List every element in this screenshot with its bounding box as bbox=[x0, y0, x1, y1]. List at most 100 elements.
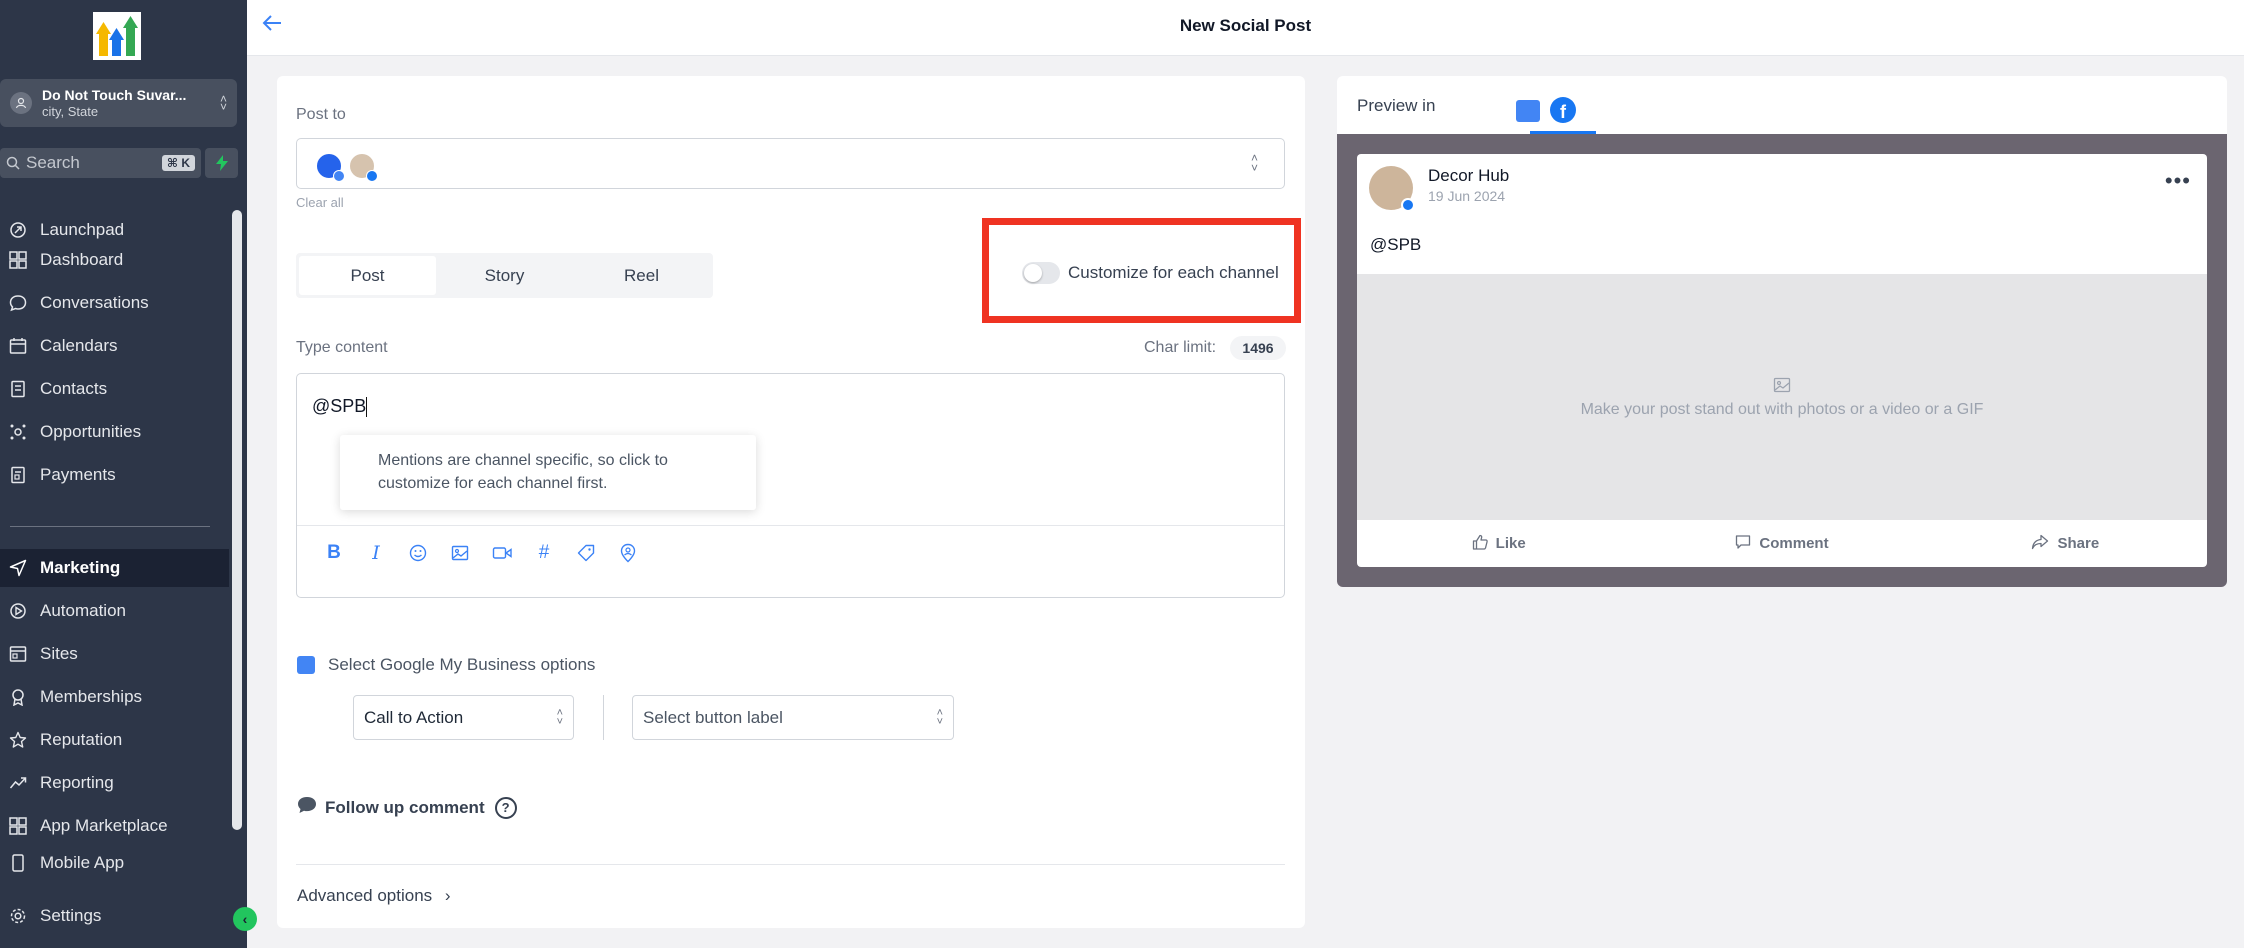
chevron-updown-icon: ˄ ˅ bbox=[936, 706, 943, 728]
tab-reel[interactable]: Reel bbox=[573, 256, 710, 295]
facebook-badge-icon bbox=[1401, 198, 1415, 212]
page-name: Decor Hub bbox=[1428, 166, 1510, 185]
sites-icon bbox=[8, 644, 28, 664]
sidebar-item-payments[interactable]: Payments bbox=[0, 456, 228, 494]
tag-icon[interactable] bbox=[575, 542, 597, 564]
sidebar-item-dashboard[interactable]: Dashboard bbox=[0, 241, 228, 279]
star-icon bbox=[8, 730, 28, 750]
advanced-options-toggle[interactable]: Advanced options › bbox=[297, 886, 451, 906]
gear-icon bbox=[8, 906, 28, 926]
account-name: Do Not Touch Suvar... bbox=[42, 86, 187, 103]
gmb-store-icon bbox=[297, 656, 315, 674]
video-icon[interactable] bbox=[491, 542, 513, 564]
payments-icon bbox=[8, 465, 28, 485]
gmb-options-header: Select Google My Business options bbox=[297, 655, 595, 675]
sidebar-item-label: Automation bbox=[40, 601, 126, 620]
toggle-knob bbox=[1024, 264, 1042, 282]
calendar-icon bbox=[8, 336, 28, 356]
mobile-icon bbox=[8, 853, 28, 873]
media-placeholder-text: Make your post stand out with photos or … bbox=[1580, 400, 1984, 418]
select-divider bbox=[603, 695, 604, 740]
facebook-post-preview: Decor Hub 19 Jun 2024 ••• @SPB Make your… bbox=[1357, 154, 2207, 567]
section-divider bbox=[296, 864, 1285, 865]
char-limit-badge: 1496 bbox=[1230, 336, 1286, 360]
sidebar-item-automation[interactable]: Automation bbox=[0, 592, 228, 630]
search-icon bbox=[6, 156, 20, 170]
help-icon[interactable]: ? bbox=[494, 796, 517, 819]
app-logo[interactable] bbox=[93, 12, 141, 60]
preview-label: Preview in bbox=[1357, 96, 1436, 115]
sidebar-item-label: Reporting bbox=[40, 773, 114, 792]
post-to-select[interactable]: ˄ ˅ bbox=[296, 138, 1285, 189]
image-placeholder-icon bbox=[1773, 376, 1791, 399]
tab-story[interactable]: Story bbox=[436, 256, 573, 295]
lightning-icon bbox=[215, 155, 228, 171]
sidebar-item-label: Memberships bbox=[40, 687, 143, 706]
preview-tab-facebook[interactable]: f bbox=[1530, 88, 1596, 134]
post-text: @SPB bbox=[1370, 235, 1422, 254]
sidebar-item-label: Calendars bbox=[40, 336, 118, 355]
sidebar-item-label: Launchpad bbox=[40, 220, 125, 239]
sidebar-item-marketing[interactable]: Marketing bbox=[0, 549, 229, 587]
sidebar-scrollbar[interactable] bbox=[232, 210, 242, 830]
tab-post[interactable]: Post bbox=[299, 256, 436, 295]
gmb-options-label: Select Google My Business options bbox=[328, 655, 596, 674]
sidebar-item-label: Contacts bbox=[40, 379, 108, 398]
button-label-placeholder: Select button label bbox=[643, 707, 783, 727]
clear-all-link[interactable]: Clear all bbox=[296, 195, 344, 210]
rocket-icon bbox=[8, 220, 28, 240]
search-shortcut: ⌘ K bbox=[161, 155, 195, 171]
location-user-icon[interactable] bbox=[617, 542, 639, 564]
dashboard-icon bbox=[8, 250, 28, 270]
account-switcher[interactable]: Do Not Touch Suvar... city, State ˄ ˅ bbox=[0, 79, 237, 127]
media-placeholder: Make your post stand out with photos or … bbox=[1357, 274, 2207, 520]
sidebar-item-opportunities[interactable]: Opportunities bbox=[0, 413, 228, 451]
sidebar-item-calendars[interactable]: Calendars bbox=[0, 327, 228, 365]
sidebar-item-label: Payments bbox=[40, 465, 116, 484]
sidebar-item-label: Mobile App bbox=[40, 853, 125, 872]
collapse-sidebar-button[interactable]: ‹ bbox=[233, 907, 257, 931]
comment-label: Comment bbox=[1759, 535, 1829, 552]
thumbs-up-icon bbox=[1472, 534, 1488, 554]
sidebar-item-label: Reputation bbox=[40, 730, 123, 749]
more-options-icon[interactable]: ••• bbox=[2165, 168, 2191, 194]
post-to-label: Post to bbox=[296, 106, 346, 123]
quick-action-button[interactable] bbox=[205, 148, 238, 178]
share-action: Share bbox=[1924, 520, 2207, 567]
reporting-icon bbox=[8, 773, 28, 793]
preview-panel: Preview in f Decor Hub 19 Jun 2024 ••• @… bbox=[1337, 76, 2227, 587]
sidebar: Do Not Touch Suvar... city, State ˄ ˅ Sea… bbox=[0, 0, 247, 948]
emoji-icon[interactable] bbox=[407, 542, 429, 564]
bold-icon[interactable]: B bbox=[323, 542, 345, 564]
sidebar-item-label: Opportunities bbox=[40, 422, 142, 441]
sidebar-item-label: Marketing bbox=[40, 558, 121, 577]
button-label-select[interactable]: Select button label ˄ ˅ bbox=[632, 695, 954, 740]
sidebar-item-app-marketplace[interactable]: App Marketplace bbox=[0, 807, 228, 845]
char-limit-label: Char limit: bbox=[1144, 339, 1217, 356]
preview-header: Preview in f bbox=[1337, 76, 2227, 134]
sidebar-item-sites[interactable]: Sites bbox=[0, 635, 228, 673]
image-icon[interactable] bbox=[449, 542, 471, 564]
sidebar-item-settings[interactable]: Settings bbox=[0, 897, 228, 935]
sidebar-item-memberships[interactable]: Memberships bbox=[0, 678, 228, 716]
advanced-options-label: Advanced options bbox=[297, 886, 433, 905]
customize-toggle[interactable] bbox=[1022, 262, 1060, 284]
type-content-label: Type content bbox=[296, 339, 388, 356]
hashtag-icon[interactable]: # bbox=[533, 542, 555, 564]
post-date: 19 Jun 2024 bbox=[1428, 188, 1506, 204]
sidebar-item-label: Conversations bbox=[40, 293, 149, 312]
share-icon bbox=[2031, 534, 2049, 554]
call-to-action-select[interactable]: Call to Action ˄ ˅ bbox=[353, 695, 574, 740]
memberships-icon bbox=[8, 687, 28, 707]
follow-up-comment[interactable]: Follow up comment ? bbox=[297, 796, 517, 819]
formatting-toolbar: B I # bbox=[323, 542, 659, 564]
automation-icon bbox=[8, 601, 28, 621]
italic-icon[interactable]: I bbox=[365, 542, 387, 564]
comment-bubble-icon bbox=[297, 796, 317, 819]
sidebar-search[interactable]: Search ⌘ K bbox=[0, 148, 201, 178]
sidebar-item-contacts[interactable]: Contacts bbox=[0, 370, 228, 408]
sidebar-item-reporting[interactable]: Reporting bbox=[0, 764, 228, 802]
sidebar-item-conversations[interactable]: Conversations bbox=[0, 284, 228, 322]
sidebar-item-reputation[interactable]: Reputation bbox=[0, 721, 228, 759]
sidebar-item-mobile-app[interactable]: Mobile App bbox=[0, 848, 228, 878]
